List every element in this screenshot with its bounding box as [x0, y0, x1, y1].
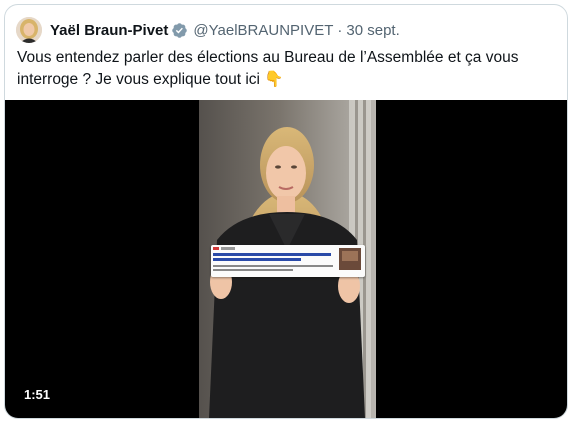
- verified-badge-icon: [171, 22, 188, 39]
- avatar[interactable]: [16, 17, 42, 43]
- article-preview-graphic: [213, 247, 361, 271]
- separator-dot: ·: [337, 21, 343, 39]
- author-name[interactable]: Yaël Braun-Pivet: [50, 22, 168, 39]
- video-thumbnail[interactable]: [199, 100, 376, 418]
- tweet-date[interactable]: 30 sept.: [346, 22, 399, 39]
- video-duration-badge: 1:51: [18, 385, 57, 404]
- tweet-text: Vous entendez parler des élections au Bu…: [17, 49, 519, 88]
- tweet-header: Yaël Braun-Pivet @YaelBRAUNPIVET · 30 se…: [16, 16, 400, 44]
- author-handle[interactable]: @YaelBRAUNPIVET: [193, 22, 333, 39]
- avatar-image: [16, 17, 42, 43]
- article-preview-card: [211, 245, 365, 277]
- tweet-card[interactable]: Yaël Braun-Pivet @YaelBRAUNPIVET · 30 se…: [4, 4, 568, 419]
- video-player[interactable]: 1:51: [5, 100, 567, 418]
